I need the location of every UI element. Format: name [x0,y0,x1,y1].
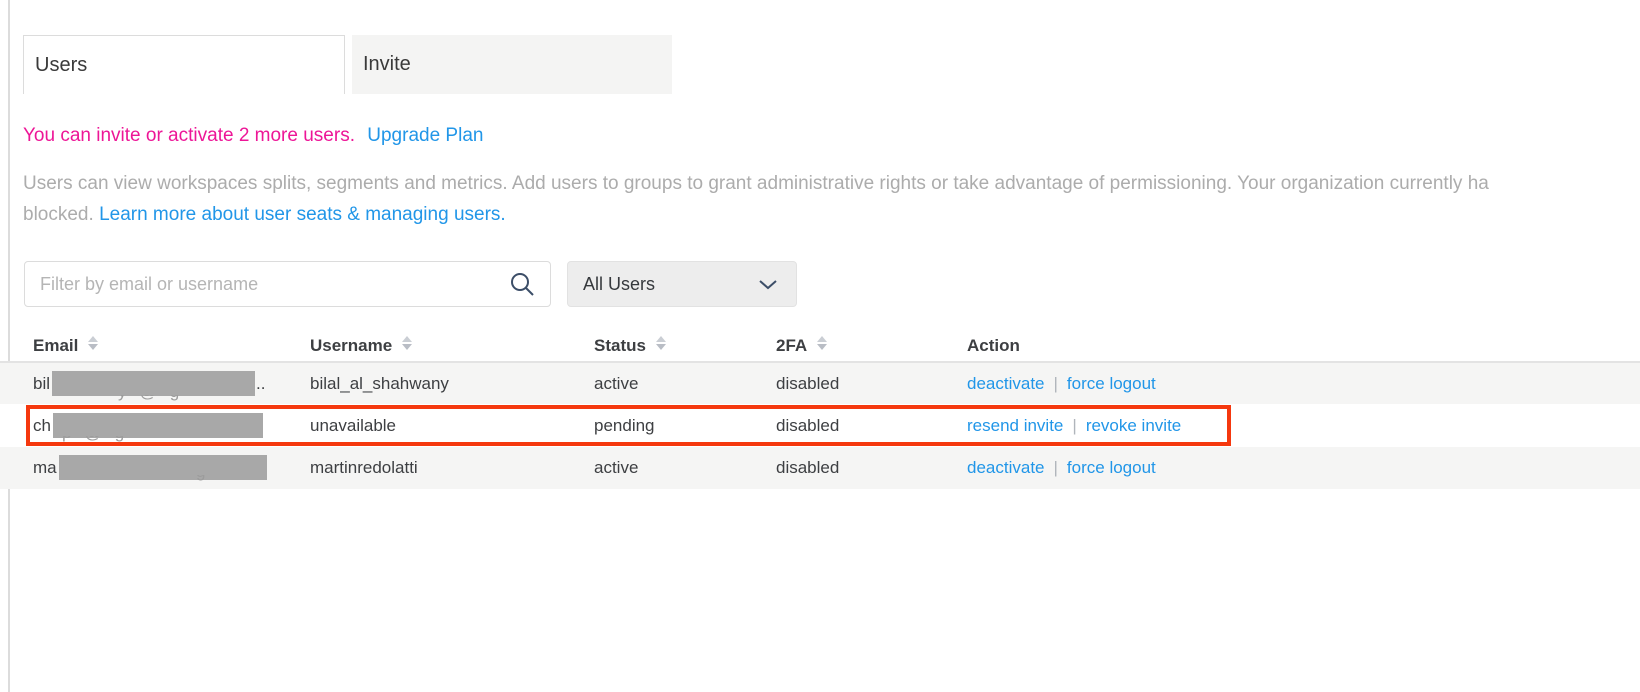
action-cell: deactivate | force logout [967,447,1156,489]
email-visible-prefix: ch [33,416,51,435]
deactivate-link[interactable]: deactivate [967,458,1045,477]
column-header-status[interactable]: Status [594,330,666,361]
search-icon[interactable] [509,271,535,302]
twofa-cell: disabled [776,363,839,404]
user-filter-dropdown[interactable]: All Users [567,261,797,307]
column-header-2fa[interactable]: 2FA [776,330,827,361]
email-truncation-dots: .. [256,374,265,393]
twofa-cell: disabled [776,447,839,489]
tab-invite[interactable]: Invite [352,35,672,94]
action-separator: | [1054,458,1058,477]
learn-more-link[interactable]: Learn more about user seats & managing u… [99,204,506,225]
column-header-2fa-label: 2FA [776,336,807,355]
status-cell: pending [594,404,655,447]
table-header-row: Email Username Status 2FA Action [0,330,1640,361]
tab-users[interactable]: Users [23,35,345,94]
description-line2: blocked. Learn more about user seats & m… [23,199,1640,230]
twofa-cell: disabled [776,404,839,447]
table-row: ma martinredolatti active disabled deact… [0,447,1640,489]
redacted-email-block [53,413,263,438]
seats-message: You can invite or activate 2 more users. [23,125,355,146]
status-cell: active [594,447,638,489]
revoke-invite-link[interactable]: revoke invite [1086,416,1181,435]
column-header-email-label: Email [33,336,78,355]
deactivate-link[interactable]: deactivate [967,374,1045,393]
redacted-email-block [52,371,255,396]
action-cell: resend invite | revoke invite [967,404,1181,447]
sort-icon[interactable] [402,336,412,350]
tab-invite-label: Invite [363,53,411,76]
status-cell: active [594,363,638,404]
email-cell: ch [33,404,264,447]
sort-icon[interactable] [656,336,666,350]
filter-input[interactable] [24,261,551,307]
email-cell: bil.. [33,363,265,404]
email-visible-prefix: bil [33,374,50,393]
redacted-email-block [59,455,267,480]
email-cell: ma [33,447,268,489]
description-line2-prefix: blocked. [23,204,94,225]
description-line1: Users can view workspaces splits, segmen… [23,168,1640,199]
force-logout-link[interactable]: force logout [1067,374,1156,393]
action-cell: deactivate | force logout [967,363,1156,404]
column-header-email[interactable]: Email [33,330,98,361]
column-header-status-label: Status [594,336,646,355]
username-cell: martinredolatti [310,447,418,489]
sort-icon[interactable] [817,336,827,350]
table-row: ch unavailable pending disabled resend i… [0,404,1640,447]
user-management-page: Users Invite You can invite or activate … [0,0,1640,692]
force-logout-link[interactable]: force logout [1067,458,1156,477]
column-header-action: Action [967,330,1020,361]
action-separator: | [1072,416,1076,435]
chevron-down-icon [758,279,778,290]
description-text: Users can view workspaces splits, segmen… [23,168,1640,230]
filter-field-wrap [24,261,551,307]
tab-users-label: Users [35,54,87,77]
column-header-username[interactable]: Username [310,330,412,361]
action-separator: | [1054,374,1058,393]
table-row: bil.. bilal_al_shahwany active disabled … [0,363,1640,404]
upgrade-plan-link[interactable]: Upgrade Plan [367,125,483,146]
seats-banner: You can invite or activate 2 more users.… [23,125,483,147]
sort-icon[interactable] [88,336,98,350]
user-filter-selected-value: All Users [583,274,655,295]
column-header-action-label: Action [967,336,1020,355]
username-cell: unavailable [310,404,396,447]
resend-invite-link[interactable]: resend invite [967,416,1063,435]
email-visible-prefix: ma [33,458,57,477]
column-header-username-label: Username [310,336,392,355]
username-cell: bilal_al_shahwany [310,363,449,404]
